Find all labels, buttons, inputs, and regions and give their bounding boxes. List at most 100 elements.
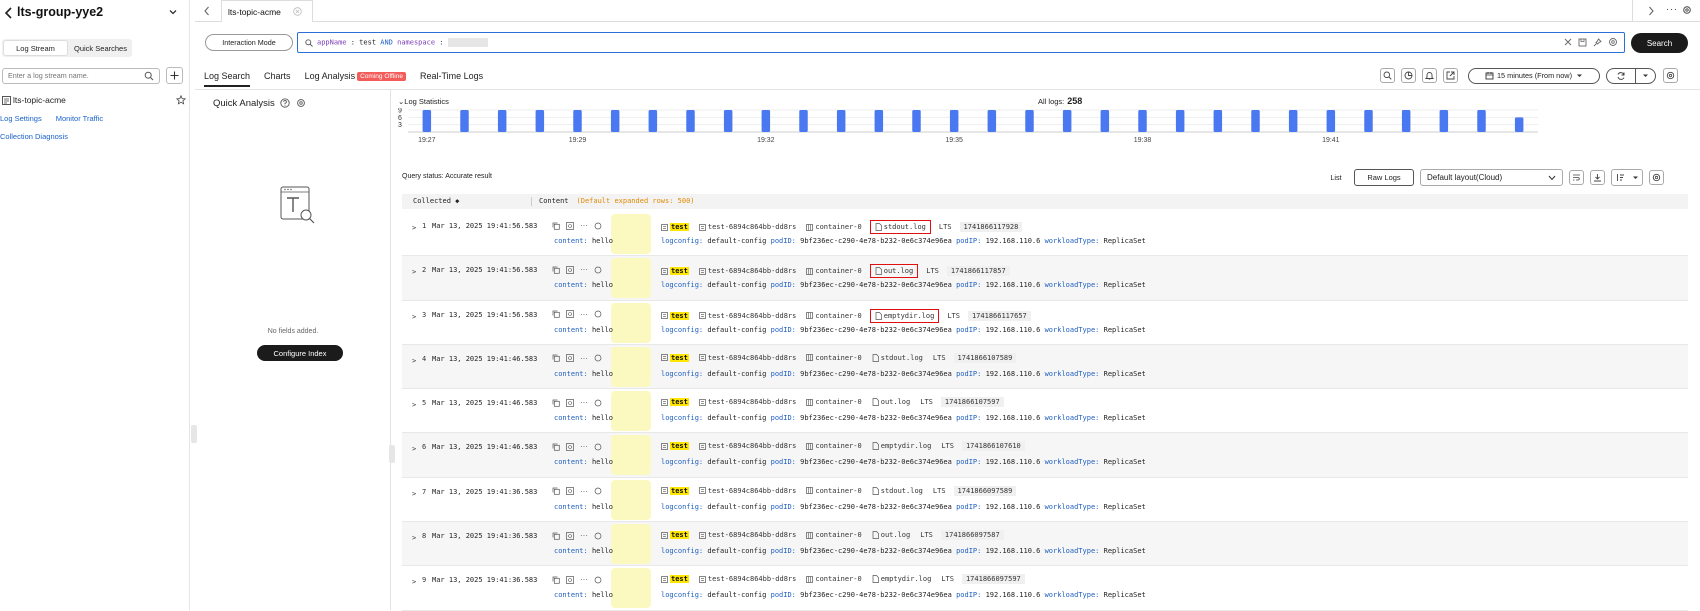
refresh-options-button[interactable] xyxy=(1636,72,1655,79)
tag-container[interactable]: container-0 xyxy=(804,266,863,276)
histogram-bar[interactable] xyxy=(1100,110,1110,132)
tab-charts[interactable]: Charts xyxy=(264,71,291,81)
expand-icon[interactable]: > xyxy=(412,224,416,232)
histogram-bar[interactable] xyxy=(799,110,808,132)
more-icon[interactable]: ··· xyxy=(580,487,588,496)
layout-select[interactable]: Default layout(Cloud) xyxy=(1420,168,1563,186)
context-icon[interactable] xyxy=(566,443,574,451)
share-icon[interactable] xyxy=(594,266,602,274)
tag-pod[interactable]: test-6894c864bb-dd8rs xyxy=(697,486,799,496)
more-icon[interactable]: ··· xyxy=(580,575,588,584)
tag-pod[interactable]: test-6894c864bb-dd8rs xyxy=(697,222,799,232)
help-icon[interactable] xyxy=(280,98,291,109)
histogram-bar[interactable] xyxy=(1401,110,1411,132)
tag-file[interactable]: stdout.log xyxy=(869,220,931,234)
context-icon[interactable] xyxy=(566,398,574,407)
tag-app[interactable]: test xyxy=(659,441,691,451)
tab-log-stream[interactable]: Log Stream xyxy=(3,40,68,56)
more-icon[interactable]: ··· xyxy=(1666,4,1678,14)
tag-timestamp[interactable]: 1741866117928 xyxy=(959,222,1023,232)
tag-container[interactable]: container-0 xyxy=(804,574,863,584)
copy-icon[interactable] xyxy=(552,399,560,407)
expand-icon[interactable]: > xyxy=(412,357,416,365)
tag-container[interactable]: container-0 xyxy=(804,441,863,451)
expand-icon[interactable]: > xyxy=(412,401,416,409)
close-icon[interactable] xyxy=(293,7,302,16)
histogram-bar[interactable] xyxy=(987,110,997,132)
log-settings-link[interactable]: Log Settings xyxy=(0,114,42,123)
time-range-picker[interactable]: 15 minutes (From now) xyxy=(1468,67,1600,84)
sort-options-button[interactable] xyxy=(1611,168,1643,186)
tag-timestamp[interactable]: 1741866117857 xyxy=(946,266,1010,277)
more-icon[interactable]: ··· xyxy=(580,221,588,230)
tag-file[interactable]: out.log xyxy=(870,397,913,407)
search-button[interactable]: Search xyxy=(1631,33,1688,53)
histogram-bar[interactable] xyxy=(610,110,620,132)
context-icon[interactable] xyxy=(566,310,574,318)
zoom-button[interactable] xyxy=(1380,68,1395,83)
tag-container[interactable]: container-0 xyxy=(804,222,863,232)
save-query-icon[interactable] xyxy=(1578,38,1587,47)
tag-pod[interactable]: test-6894c864bb-dd8rs xyxy=(697,353,799,363)
histogram-bar[interactable] xyxy=(1025,110,1034,132)
log-row[interactable]: >9 Mar 13, 2025 19:41:36.583 ··· content: h… xyxy=(402,566,1688,611)
tag-source[interactable]: LTS xyxy=(939,441,956,451)
tag-timestamp[interactable]: 1741866107597 xyxy=(940,397,1004,408)
tab-real-time-logs[interactable]: Real-Time Logs xyxy=(420,71,483,81)
chevron-left-icon[interactable] xyxy=(203,6,211,16)
stream-item[interactable]: lts-topic-acme xyxy=(2,95,188,107)
query-input[interactable]: appName : test AND namespace : xyxy=(297,32,1625,53)
tag-pod[interactable]: test-6894c864bb-dd8rs xyxy=(697,266,799,276)
histogram-bar[interactable] xyxy=(1439,110,1449,132)
histogram-bar[interactable] xyxy=(422,110,432,132)
pin-icon[interactable] xyxy=(1593,37,1602,47)
expand-icon[interactable]: > xyxy=(412,578,416,586)
tag-file[interactable]: stdout.log xyxy=(870,353,925,363)
tag-timestamp[interactable]: 1741866097587 xyxy=(940,530,1004,541)
download-button[interactable] xyxy=(1590,169,1605,185)
log-row[interactable]: >6 Mar 13, 2025 19:41:46.583 ··· content: h… xyxy=(402,433,1688,478)
tab-quick-searches[interactable]: Quick Searches xyxy=(69,39,132,57)
tag-file[interactable]: emptydir.log xyxy=(869,308,940,323)
monitor-traffic-link[interactable]: Monitor Traffic xyxy=(56,114,103,123)
more-icon[interactable]: ··· xyxy=(580,398,588,407)
tag-file[interactable]: out.log xyxy=(869,264,919,279)
tag-app[interactable]: test xyxy=(659,311,691,321)
expand-icon[interactable]: > xyxy=(412,268,416,276)
more-icon[interactable]: ··· xyxy=(580,531,588,540)
histogram-bar[interactable] xyxy=(1364,110,1373,132)
tab-lts-topic[interactable]: lts-topic-acme xyxy=(221,0,313,22)
histogram-bar[interactable] xyxy=(1288,110,1298,132)
log-row[interactable]: >5 Mar 13, 2025 19:41:46.583 ··· content: h… xyxy=(402,389,1688,434)
clear-icon[interactable] xyxy=(1564,38,1572,46)
tag-pod[interactable]: test-6894c864bb-dd8rs xyxy=(697,441,799,451)
histogram-bar[interactable] xyxy=(874,110,884,132)
refresh-button[interactable] xyxy=(1607,68,1636,83)
col-collected[interactable]: Collected ◆ xyxy=(413,197,459,205)
chevron-down-icon[interactable] xyxy=(168,7,178,17)
histogram-bar[interactable] xyxy=(686,110,695,132)
share-icon[interactable] xyxy=(594,532,602,540)
tag-pod[interactable]: test-6894c864bb-dd8rs xyxy=(697,530,799,540)
tag-timestamp[interactable]: 1741866117657 xyxy=(967,310,1031,321)
log-row[interactable]: >8 Mar 13, 2025 19:41:36.583 ··· content: h… xyxy=(402,522,1688,567)
tag-timestamp[interactable]: 1741866097589 xyxy=(953,485,1017,496)
histogram-bar[interactable] xyxy=(1062,110,1072,132)
tag-file[interactable]: emptydir.log xyxy=(870,574,934,584)
tag-container[interactable]: container-0 xyxy=(804,397,863,407)
log-row[interactable]: >7 Mar 13, 2025 19:41:36.583 ··· content: h… xyxy=(402,478,1688,523)
context-icon[interactable] xyxy=(566,221,574,230)
tag-timestamp[interactable]: 1741866107610 xyxy=(961,441,1025,452)
chevron-right-icon[interactable] xyxy=(1647,6,1655,16)
stream-search-input[interactable] xyxy=(8,69,138,82)
share-icon[interactable] xyxy=(594,399,602,407)
tag-source[interactable]: LTS xyxy=(937,222,954,232)
tag-source[interactable]: LTS xyxy=(918,397,935,407)
tab-log-search[interactable]: Log Search xyxy=(204,71,251,87)
expand-icon[interactable]: > xyxy=(412,445,416,453)
copy-icon[interactable] xyxy=(552,222,560,230)
tag-container[interactable]: container-0 xyxy=(804,530,863,540)
tag-app[interactable]: test xyxy=(659,486,691,496)
histogram-bar[interactable] xyxy=(949,110,959,132)
copy-icon[interactable] xyxy=(552,266,560,274)
